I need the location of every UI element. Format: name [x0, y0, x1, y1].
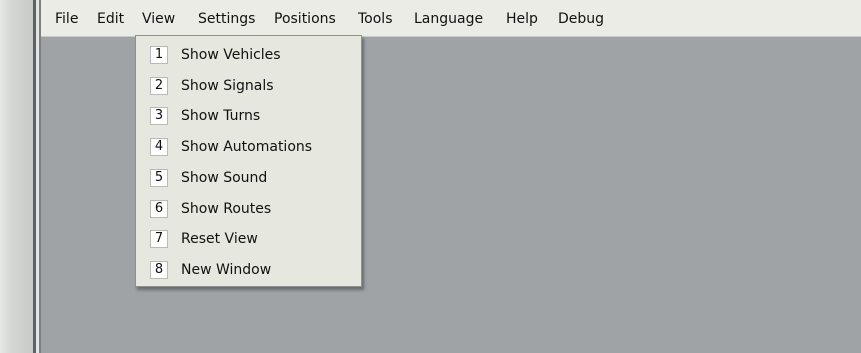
left-side-panel: [0, 0, 34, 353]
menu-item-label: Show Routes: [181, 201, 272, 217]
menu-item-show-turns[interactable]: 3 Show Turns: [136, 101, 361, 131]
menu-item-label: Show Vehicles: [181, 47, 281, 63]
shortcut-key-badge: 3: [150, 107, 168, 125]
shortcut-key-badge: 1: [150, 46, 168, 64]
menu-positions[interactable]: Positions: [274, 10, 336, 28]
menu-item-show-routes[interactable]: 6 Show Routes: [136, 194, 361, 224]
view-dropdown-menu: 1 Show Vehicles 2 Show Signals 3 Show Tu…: [135, 35, 362, 287]
menu-item-show-sound[interactable]: 5 Show Sound: [136, 163, 361, 193]
menu-item-show-automations[interactable]: 4 Show Automations: [136, 132, 361, 162]
menu-item-new-window[interactable]: 8 New Window: [136, 255, 361, 285]
menu-item-label: Reset View: [181, 231, 258, 247]
shortcut-key-badge: 5: [150, 169, 168, 187]
menu-item-label: Show Turns: [181, 108, 261, 124]
menu-item-label: Show Automations: [181, 139, 313, 155]
app-window: File Edit View Settings Positions Tools …: [0, 0, 861, 353]
menu-file[interactable]: File: [55, 10, 78, 28]
menu-item-reset-view[interactable]: 7 Reset View: [136, 224, 361, 254]
menu-edit[interactable]: Edit: [97, 10, 124, 28]
menu-item-label: Show Sound: [181, 170, 268, 186]
shortcut-key-badge: 7: [150, 230, 168, 248]
menu-item-show-signals[interactable]: 2 Show Signals: [136, 71, 361, 101]
menu-item-label: Show Signals: [181, 78, 274, 94]
menu-view[interactable]: View: [142, 10, 175, 28]
shortcut-key-badge: 6: [150, 200, 168, 218]
menu-language[interactable]: Language: [414, 10, 483, 28]
menu-item-label: New Window: [181, 262, 272, 278]
menu-item-show-vehicles[interactable]: 1 Show Vehicles: [136, 40, 361, 70]
menu-settings[interactable]: Settings: [198, 10, 255, 28]
shortcut-key-badge: 2: [150, 77, 168, 95]
left-panel-gradient: [0, 0, 33, 353]
menu-tools[interactable]: Tools: [358, 10, 393, 28]
menu-help[interactable]: Help: [506, 10, 538, 28]
shortcut-key-badge: 4: [150, 138, 168, 156]
menu-debug[interactable]: Debug: [558, 10, 604, 28]
menu-bar: File Edit View Settings Positions Tools …: [41, 0, 861, 37]
shortcut-key-badge: 8: [150, 261, 168, 279]
